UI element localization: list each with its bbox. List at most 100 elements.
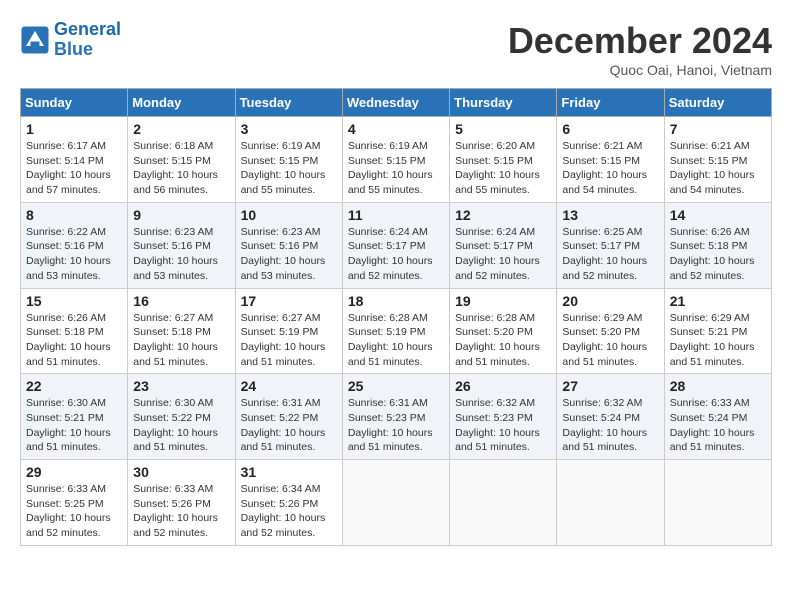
calendar-cell: 27 Sunrise: 6:32 AMSunset: 5:24 PMDayligh… [557, 374, 664, 460]
day-info: Sunrise: 6:29 AMSunset: 5:20 PMDaylight:… [562, 311, 658, 370]
calendar-cell: 31Sunrise: 6:34 AMSunset: 5:26 PMDayligh… [235, 460, 342, 546]
logo-line1: General [54, 19, 121, 39]
calendar-cell: 12Sunrise: 6:24 AMSunset: 5:17 PMDayligh… [450, 202, 557, 288]
day-number: 8 [26, 207, 122, 223]
calendar-week-row: 1 Sunrise: 6:17 AMSunset: 5:14 PMDaylight… [21, 117, 772, 203]
day-number: 4 [348, 121, 444, 137]
day-number: 13 [562, 207, 658, 223]
calendar-cell: 2 Sunrise: 6:18 AMSunset: 5:15 PMDaylight… [128, 117, 235, 203]
day-number: 12 [455, 207, 551, 223]
day-info: Sunrise: 6:21 AMSunset: 5:15 PMDaylight:… [670, 139, 766, 198]
calendar-cell: 20Sunrise: 6:29 AMSunset: 5:20 PMDayligh… [557, 288, 664, 374]
day-info: Sunrise: 6:34 AMSunset: 5:26 PMDaylight:… [241, 482, 337, 541]
calendar-cell: 22Sunrise: 6:30 AMSunset: 5:21 PMDayligh… [21, 374, 128, 460]
day-info: Sunrise: 6:23 AMSunset: 5:16 PMDaylight:… [133, 225, 229, 284]
day-info: Sunrise: 6:28 AMSunset: 5:19 PMDaylight:… [348, 311, 444, 370]
calendar-cell [342, 460, 449, 546]
day-info: Sunrise: 6:29 AMSunset: 5:21 PMDaylight:… [670, 311, 766, 370]
logo: General Blue [20, 20, 121, 60]
title-block: December 2024 Quoc Oai, Hanoi, Vietnam [508, 20, 772, 78]
calendar-cell: 28 Sunrise: 6:33 AMSunset: 5:24 PMDayligh… [664, 374, 771, 460]
day-info: Sunrise: 6:26 AMSunset: 5:18 PMDaylight:… [26, 311, 122, 370]
day-info: Sunrise: 6:31 AMSunset: 5:23 PMDaylight:… [348, 396, 444, 455]
weekday-header-monday: Monday [128, 89, 235, 117]
day-info: Sunrise: 6:19 AMSunset: 5:15 PMDaylight:… [348, 139, 444, 198]
calendar-cell: 17 Sunrise: 6:27 AMSunset: 5:19 PMDayligh… [235, 288, 342, 374]
calendar-week-row: 8 Sunrise: 6:22 AMSunset: 5:16 PMDaylight… [21, 202, 772, 288]
calendar-cell: 14 Sunrise: 6:26 AMSunset: 5:18 PMDayligh… [664, 202, 771, 288]
calendar-cell: 30Sunrise: 6:33 AMSunset: 5:26 PMDayligh… [128, 460, 235, 546]
calendar-cell: 26 Sunrise: 6:32 AMSunset: 5:23 PMDayligh… [450, 374, 557, 460]
day-number: 30 [133, 464, 229, 480]
day-info: Sunrise: 6:22 AMSunset: 5:16 PMDaylight:… [26, 225, 122, 284]
day-info: Sunrise: 6:32 AMSunset: 5:23 PMDaylight:… [455, 396, 551, 455]
day-number: 2 [133, 121, 229, 137]
calendar-table: SundayMondayTuesdayWednesdayThursdayFrid… [20, 88, 772, 546]
month-title: December 2024 [508, 20, 772, 62]
day-number: 17 [241, 293, 337, 309]
weekday-header-saturday: Saturday [664, 89, 771, 117]
day-info: Sunrise: 6:33 AMSunset: 5:24 PMDaylight:… [670, 396, 766, 455]
day-info: Sunrise: 6:30 AMSunset: 5:22 PMDaylight:… [133, 396, 229, 455]
day-number: 7 [670, 121, 766, 137]
day-number: 5 [455, 121, 551, 137]
logo-icon [20, 25, 50, 55]
logo-text: General Blue [54, 20, 121, 60]
calendar-cell: 13Sunrise: 6:25 AMSunset: 5:17 PMDayligh… [557, 202, 664, 288]
calendar-cell: 10 Sunrise: 6:23 AMSunset: 5:16 PMDayligh… [235, 202, 342, 288]
calendar-cell: 29 Sunrise: 6:33 AMSunset: 5:25 PMDayligh… [21, 460, 128, 546]
calendar-cell [664, 460, 771, 546]
calendar-cell: 6 Sunrise: 6:21 AMSunset: 5:15 PMDaylight… [557, 117, 664, 203]
day-number: 29 [26, 464, 122, 480]
calendar-cell: 9 Sunrise: 6:23 AMSunset: 5:16 PMDaylight… [128, 202, 235, 288]
day-info: Sunrise: 6:20 AMSunset: 5:15 PMDaylight:… [455, 139, 551, 198]
calendar-cell: 11 Sunrise: 6:24 AMSunset: 5:17 PMDayligh… [342, 202, 449, 288]
weekday-header-thursday: Thursday [450, 89, 557, 117]
day-number: 10 [241, 207, 337, 223]
day-number: 9 [133, 207, 229, 223]
day-info: Sunrise: 6:17 AMSunset: 5:14 PMDaylight:… [26, 139, 122, 198]
day-info: Sunrise: 6:18 AMSunset: 5:15 PMDaylight:… [133, 139, 229, 198]
calendar-week-row: 22Sunrise: 6:30 AMSunset: 5:21 PMDayligh… [21, 374, 772, 460]
day-info: Sunrise: 6:23 AMSunset: 5:16 PMDaylight:… [241, 225, 337, 284]
day-number: 16 [133, 293, 229, 309]
day-info: Sunrise: 6:19 AMSunset: 5:15 PMDaylight:… [241, 139, 337, 198]
calendar-cell: 5 Sunrise: 6:20 AMSunset: 5:15 PMDaylight… [450, 117, 557, 203]
day-info: Sunrise: 6:27 AMSunset: 5:18 PMDaylight:… [133, 311, 229, 370]
day-info: Sunrise: 6:33 AMSunset: 5:25 PMDaylight:… [26, 482, 122, 541]
calendar-cell: 25 Sunrise: 6:31 AMSunset: 5:23 PMDayligh… [342, 374, 449, 460]
day-info: Sunrise: 6:21 AMSunset: 5:15 PMDaylight:… [562, 139, 658, 198]
day-number: 6 [562, 121, 658, 137]
day-number: 27 [562, 378, 658, 394]
calendar-cell: 19 Sunrise: 6:28 AMSunset: 5:20 PMDayligh… [450, 288, 557, 374]
calendar-header-row: SundayMondayTuesdayWednesdayThursdayFrid… [21, 89, 772, 117]
day-number: 14 [670, 207, 766, 223]
day-number: 22 [26, 378, 122, 394]
day-number: 18 [348, 293, 444, 309]
day-info: Sunrise: 6:27 AMSunset: 5:19 PMDaylight:… [241, 311, 337, 370]
day-number: 19 [455, 293, 551, 309]
calendar-cell: 18 Sunrise: 6:28 AMSunset: 5:19 PMDayligh… [342, 288, 449, 374]
weekday-header-sunday: Sunday [21, 89, 128, 117]
day-number: 3 [241, 121, 337, 137]
weekday-header-tuesday: Tuesday [235, 89, 342, 117]
calendar-cell: 7 Sunrise: 6:21 AMSunset: 5:15 PMDaylight… [664, 117, 771, 203]
day-info: Sunrise: 6:28 AMSunset: 5:20 PMDaylight:… [455, 311, 551, 370]
calendar-cell: 21Sunrise: 6:29 AMSunset: 5:21 PMDayligh… [664, 288, 771, 374]
weekday-header-friday: Friday [557, 89, 664, 117]
day-info: Sunrise: 6:24 AMSunset: 5:17 PMDaylight:… [348, 225, 444, 284]
day-info: Sunrise: 6:32 AMSunset: 5:24 PMDaylight:… [562, 396, 658, 455]
calendar-cell: 23Sunrise: 6:30 AMSunset: 5:22 PMDayligh… [128, 374, 235, 460]
logo-line2: Blue [54, 39, 93, 59]
calendar-cell: 24 Sunrise: 6:31 AMSunset: 5:22 PMDayligh… [235, 374, 342, 460]
day-info: Sunrise: 6:31 AMSunset: 5:22 PMDaylight:… [241, 396, 337, 455]
day-number: 11 [348, 207, 444, 223]
day-number: 25 [348, 378, 444, 394]
day-number: 15 [26, 293, 122, 309]
day-number: 24 [241, 378, 337, 394]
day-info: Sunrise: 6:26 AMSunset: 5:18 PMDaylight:… [670, 225, 766, 284]
day-number: 1 [26, 121, 122, 137]
location-subtitle: Quoc Oai, Hanoi, Vietnam [508, 62, 772, 78]
day-number: 28 [670, 378, 766, 394]
day-number: 26 [455, 378, 551, 394]
